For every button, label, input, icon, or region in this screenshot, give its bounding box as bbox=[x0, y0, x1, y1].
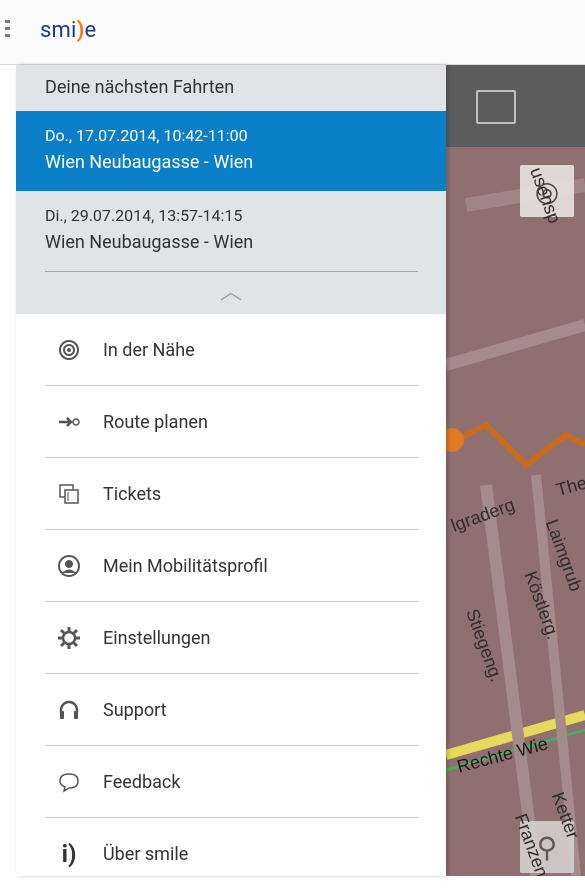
ride-date: Do., 17.07.2014, 10:42-11:00 bbox=[45, 126, 248, 145]
menu-label: Mein Mobilitätsprofil bbox=[103, 555, 268, 577]
headset-icon bbox=[46, 698, 92, 722]
info-icon: i) bbox=[61, 840, 77, 868]
menu-item-profile[interactable]: Mein Mobilitätsprofil bbox=[16, 530, 446, 602]
menu-label: In der Nähe bbox=[103, 339, 195, 361]
menu-label: Feedback bbox=[103, 771, 181, 793]
tickets-icon bbox=[46, 482, 92, 506]
ride-route: Wien Neubaugasse - Wien bbox=[45, 232, 254, 253]
drawer-indicator-icon[interactable] bbox=[5, 20, 13, 44]
profile-icon bbox=[46, 554, 92, 578]
menu-label: Tickets bbox=[103, 483, 162, 505]
menu-item-feedback[interactable]: Feedback bbox=[16, 746, 446, 818]
ride-route: Wien Neubaugasse - Wien bbox=[45, 152, 254, 173]
main-menu: In der Nähe Route planen Tickets Mein Mo… bbox=[16, 314, 446, 890]
menu-item-support[interactable]: Support bbox=[16, 674, 446, 746]
route-arrow-icon bbox=[46, 410, 92, 434]
map-view[interactable]: ◎ ⚲ Theo lgraderg Laimgrub Köstlerg. Sti… bbox=[446, 65, 585, 876]
navigation-drawer: Deine nächsten Fahrten Do., 17.07.2014, … bbox=[16, 65, 446, 876]
menu-item-settings[interactable]: Einstellungen bbox=[16, 602, 446, 674]
logo-paren: ) bbox=[76, 18, 85, 43]
rides-header: Deine nächsten Fahrten bbox=[45, 77, 235, 98]
ride-date: Di., 29.07.2014, 13:57-14:15 bbox=[45, 206, 243, 225]
ride-item[interactable]: Di., 29.07.2014, 13:57-14:15 Wien Neubau… bbox=[16, 191, 446, 271]
logo-text-left: smi bbox=[40, 18, 77, 43]
menu-item-route[interactable]: Route planen bbox=[16, 386, 446, 458]
collapse-chevron-icon[interactable]: ︿ bbox=[16, 272, 446, 314]
upcoming-rides: Deine nächsten Fahrten Do., 17.07.2014, … bbox=[16, 65, 446, 314]
menu-label: Route planen bbox=[103, 411, 208, 433]
menu-item-about[interactable]: i) Über smile bbox=[16, 818, 446, 890]
map-toolbar bbox=[446, 65, 585, 147]
speech-bubble-icon bbox=[46, 770, 92, 794]
logo-text-right: e bbox=[84, 18, 97, 43]
menu-label: Einstellungen bbox=[103, 627, 211, 649]
menu-label: Support bbox=[103, 699, 167, 721]
gear-icon bbox=[46, 626, 92, 650]
menu-item-nearby[interactable]: In der Nähe bbox=[16, 314, 446, 386]
target-icon bbox=[46, 338, 92, 362]
app-bar: smi)e bbox=[0, 0, 585, 65]
ride-item-selected[interactable]: Do., 17.07.2014, 10:42-11:00 Wien Neubau… bbox=[16, 111, 446, 191]
map-layers-icon[interactable] bbox=[476, 90, 516, 124]
app-logo: smi)e bbox=[40, 18, 96, 43]
menu-item-tickets[interactable]: Tickets bbox=[16, 458, 446, 530]
menu-label: Über smile bbox=[103, 843, 189, 865]
